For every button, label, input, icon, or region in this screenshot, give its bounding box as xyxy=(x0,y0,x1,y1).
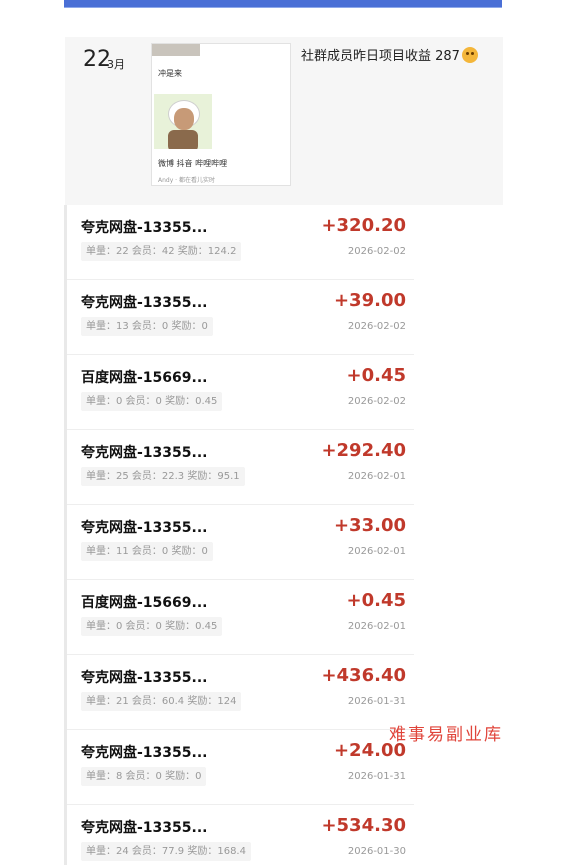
record-meta: 单量：21 会员：60.4 奖励：124 xyxy=(81,692,242,711)
record-date: 2026-02-01 xyxy=(347,621,406,632)
record-amount: +39.00 xyxy=(333,290,406,311)
record-meta: 单量：13 会员：0 奖励：0 xyxy=(81,317,213,336)
earnings-record-row[interactable]: 夸克网盘-13355... 单量：21 会员：60.4 奖励：124 +436.40… xyxy=(67,655,414,730)
earnings-record-row[interactable]: 夸克网盘-13355... 单量：22 会员：42 奖励：124.2 +320.20… xyxy=(67,205,414,280)
record-date: 2026-01-30 xyxy=(347,846,406,857)
post-text: 社群成员昨日项目收益 287 xyxy=(301,45,478,64)
thumbnail-caption-bottom: 微博 抖音 哔哩哔哩 xyxy=(158,159,228,168)
thumbnail-footer: Andy · 都在看儿实时 xyxy=(158,177,215,184)
record-meta: 单量：0 会员：0 奖励：0.45 xyxy=(81,392,223,411)
post-text-content: 社群成员昨日项目收益 287 xyxy=(301,49,460,64)
earnings-list: 夸克网盘-13355... 单量：22 会员：42 奖励：124.2 +320.20… xyxy=(64,205,414,865)
record-meta: 单量：24 会员：77.9 奖励：168.4 xyxy=(81,842,251,861)
earnings-record-row[interactable]: 夸克网盘-13355... 单量：24 会员：77.9 奖励：168.4 +534.… xyxy=(67,805,414,865)
earnings-record-row[interactable]: 百度网盘-15669... 单量：0 会员：0 奖励：0.45 +0.45 2026-… xyxy=(67,580,414,655)
record-meta: 单量：11 会员：0 奖励：0 xyxy=(81,542,213,561)
record-title: 百度网盘-15669... xyxy=(81,370,208,386)
record-amount: +0.45 xyxy=(346,590,407,611)
record-title: 夸克网盘-13355... xyxy=(81,295,208,311)
post-date-month: 3月 xyxy=(107,58,125,71)
earnings-record-row[interactable]: 夸克网盘-13355... 单量：8 会员：0 奖励：0 +24.00 2026-01… xyxy=(67,730,414,805)
record-meta: 单量：8 会员：0 奖励：0 xyxy=(81,767,207,786)
record-date: 2026-01-31 xyxy=(347,771,406,782)
record-amount: +320.20 xyxy=(321,215,406,236)
earnings-record-row[interactable]: 夸克网盘-13355... 单量：13 会员：0 奖励：0 +39.00 2026-0… xyxy=(67,280,414,355)
record-amount: +436.40 xyxy=(321,665,406,686)
record-date: 2026-02-01 xyxy=(347,546,406,557)
record-date: 2026-02-02 xyxy=(347,396,406,407)
record-title: 夸克网盘-13355... xyxy=(81,745,208,761)
record-title: 夸克网盘-13355... xyxy=(81,670,208,686)
record-date: 2026-02-02 xyxy=(347,321,406,332)
record-meta: 单量：22 会员：42 奖励：124.2 xyxy=(81,242,242,261)
moments-post[interactable]: 22 3月 冲是来 微博 抖音 哔哩哔哩 Andy · 都在看儿实时 社群成员昨… xyxy=(65,37,503,205)
record-amount: +292.40 xyxy=(321,440,406,461)
watermark-text: 难事易副业库 xyxy=(389,725,503,745)
sheep-face-shape xyxy=(174,108,194,130)
post-image-thumbnail[interactable]: 冲是来 微博 抖音 哔哩哔哩 Andy · 都在看儿实时 xyxy=(151,43,291,186)
earnings-record-row[interactable]: 夸克网盘-13355... 单量：11 会员：0 奖励：0 +33.00 2026-0… xyxy=(67,505,414,580)
thumbnail-caption-top: 冲是来 xyxy=(158,69,182,78)
record-meta: 单量：0 会员：0 奖励：0.45 xyxy=(81,617,223,636)
record-meta: 单量：25 会员：22.3 奖励：95.1 xyxy=(81,467,245,486)
earnings-record-row[interactable]: 百度网盘-15669... 单量：0 会员：0 奖励：0.45 +0.45 2026-… xyxy=(67,355,414,430)
thumbnail-header-strip xyxy=(152,44,200,56)
record-title: 夸克网盘-13355... xyxy=(81,820,208,836)
record-title: 夸克网盘-13355... xyxy=(81,220,208,236)
record-date: 2026-02-01 xyxy=(347,471,406,482)
record-amount: +0.45 xyxy=(346,365,407,386)
sheep-body-shape xyxy=(168,130,198,149)
record-date: 2026-02-02 xyxy=(347,246,406,257)
earnings-record-row[interactable]: 夸克网盘-13355... 单量：25 会员：22.3 奖励：95.1 +292.4… xyxy=(67,430,414,505)
top-accent-bar xyxy=(64,0,502,8)
record-title: 夸克网盘-13355... xyxy=(81,520,208,536)
record-amount: +534.30 xyxy=(321,815,406,836)
thumbnail-divider xyxy=(290,86,291,186)
record-title: 百度网盘-15669... xyxy=(81,595,208,611)
record-amount: +33.00 xyxy=(333,515,406,536)
record-date: 2026-01-31 xyxy=(347,696,406,707)
smiling-face-icon xyxy=(461,47,478,63)
record-title: 夸克网盘-13355... xyxy=(81,445,208,461)
sheep-cartoon-image xyxy=(154,94,212,149)
